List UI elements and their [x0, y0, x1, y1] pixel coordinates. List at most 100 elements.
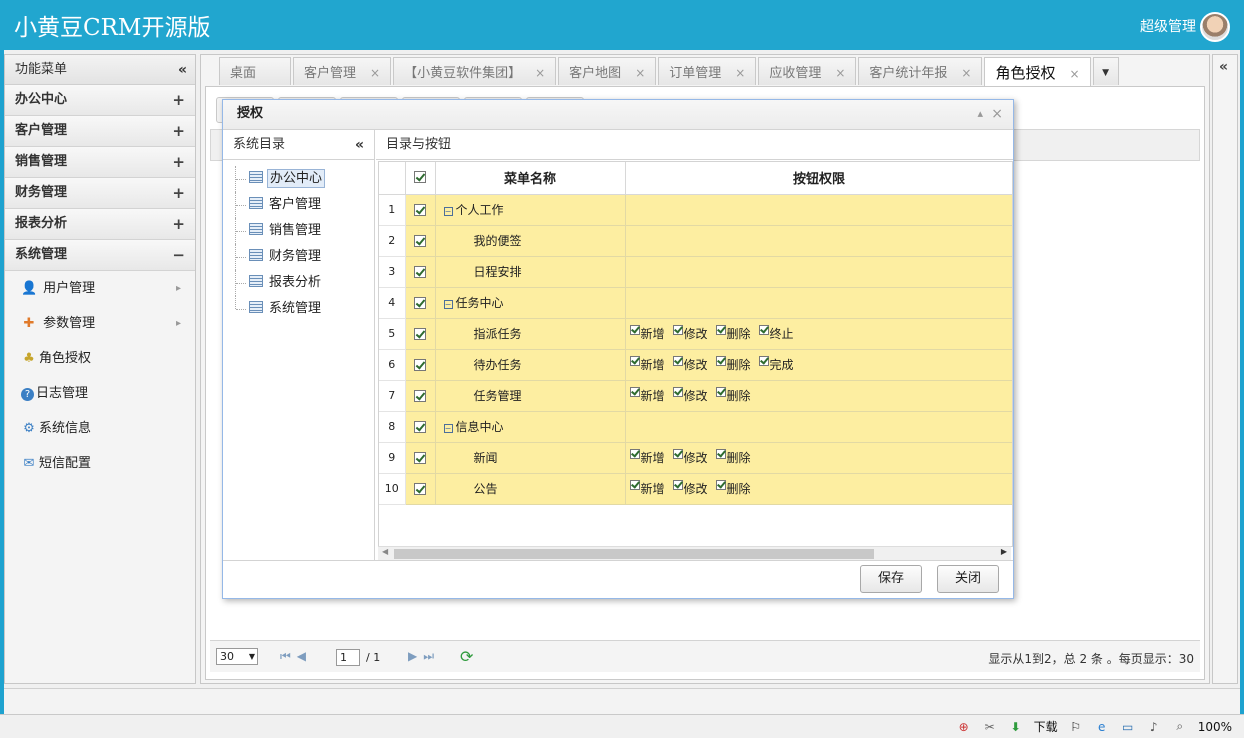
sidebar-item-user-management[interactable]: 👤 用户管理 ▸	[5, 271, 195, 306]
table-row[interactable]: 10 公告 新增 修改 删除	[379, 473, 1012, 505]
button-permission-checkbox[interactable]: 新增	[629, 325, 665, 342]
button-permission-checkbox[interactable]: 删除	[715, 325, 751, 342]
volume-icon[interactable]: ♪	[1146, 720, 1162, 734]
table-row[interactable]: 6 待办任务 新增 修改 删除 完成	[379, 349, 1012, 381]
sidebar-group-reports[interactable]: 报表分析 +	[5, 209, 195, 240]
collapse-icon[interactable]: «	[178, 55, 187, 85]
tree-node-office[interactable]: 办公中心	[233, 166, 374, 192]
flag-icon[interactable]: ⚐	[1068, 720, 1084, 734]
collapse-node-icon[interactable]: −	[443, 300, 453, 309]
sidebar-group-system[interactable]: 系统管理 −	[5, 240, 195, 271]
close-icon[interactable]: ×	[735, 66, 745, 80]
button-permission-checkbox[interactable]: 修改	[672, 449, 708, 466]
collapse-icon[interactable]: «	[1219, 59, 1228, 75]
scroll-right-icon[interactable]: ▶	[1001, 547, 1007, 556]
row-checkbox[interactable]	[405, 442, 436, 474]
close-button[interactable]: 关闭	[937, 565, 999, 593]
tab-more-dropdown[interactable]: ▼	[1092, 57, 1119, 85]
collapse-node-icon[interactable]: −	[443, 207, 453, 216]
button-permission-checkbox[interactable]: 新增	[629, 356, 665, 373]
sidebar-group-customer[interactable]: 客户管理 +	[5, 116, 195, 147]
page-number-input[interactable]: 1	[336, 649, 360, 666]
table-row[interactable]: 1 − 个人工作	[379, 194, 1012, 226]
ie-icon[interactable]: e	[1094, 720, 1110, 734]
scroll-thumb[interactable]	[394, 549, 874, 559]
close-icon[interactable]: ×	[1070, 67, 1080, 81]
table-row[interactable]: 9 新闻 新增 修改 删除	[379, 442, 1012, 474]
first-prev-page-icons[interactable]: ⏮◀	[280, 649, 312, 664]
minimize-icon[interactable]: ▴	[977, 100, 983, 128]
tab-customer-management[interactable]: 客户管理 ×	[293, 57, 392, 85]
sidebar-item-log-management[interactable]: ? 日志管理	[5, 376, 195, 411]
sidebar-item-param-management[interactable]: ✚ 参数管理 ▸	[5, 306, 195, 341]
button-permission-checkbox[interactable]: 删除	[715, 449, 751, 466]
button-permission-checkbox[interactable]: 终止	[758, 325, 794, 342]
table-row[interactable]: 8 − 信息中心	[379, 411, 1012, 443]
select-all-checkbox[interactable]	[405, 162, 436, 195]
button-permission-checkbox[interactable]: 修改	[672, 387, 708, 404]
table-row[interactable]: 4 − 任务中心	[379, 287, 1012, 319]
button-permission-checkbox[interactable]: 修改	[672, 325, 708, 342]
close-icon[interactable]: ×	[991, 100, 1003, 128]
zoom-icon[interactable]: ⌕	[1172, 719, 1188, 734]
collapse-node-icon[interactable]: −	[443, 424, 453, 433]
close-icon[interactable]: ×	[835, 66, 845, 80]
button-permission-checkbox[interactable]: 新增	[629, 480, 665, 497]
user-name[interactable]: 超级管理	[1140, 16, 1196, 36]
button-permission-checkbox[interactable]: 删除	[715, 480, 751, 497]
row-checkbox[interactable]	[405, 473, 436, 505]
horizontal-scrollbar[interactable]: ◀ ▶	[378, 546, 1011, 560]
save-button[interactable]: 保存	[860, 565, 922, 593]
close-icon[interactable]: ×	[535, 66, 545, 80]
page-size-select[interactable]: 30 ▼	[216, 648, 258, 665]
tab-order-management[interactable]: 订单管理 ×	[658, 57, 757, 85]
table-row[interactable]: 7 任务管理 新增 修改 删除	[379, 380, 1012, 412]
button-permission-checkbox[interactable]: 修改	[672, 356, 708, 373]
pin-icon[interactable]: ✂	[982, 720, 998, 734]
button-permission-checkbox[interactable]: 完成	[758, 356, 794, 373]
sidebar-group-office[interactable]: 办公中心 +	[5, 85, 195, 116]
close-icon[interactable]: ×	[961, 66, 971, 80]
sidebar-group-finance[interactable]: 财务管理 +	[5, 178, 195, 209]
tree-node-customer[interactable]: 客户管理	[233, 192, 374, 218]
collapse-icon[interactable]: «	[355, 130, 364, 160]
avatar[interactable]	[1200, 12, 1230, 42]
button-permission-checkbox[interactable]: 删除	[715, 387, 751, 404]
tab-company[interactable]: 【小黄豆软件集团】 ×	[393, 57, 557, 85]
sidebar-group-sales[interactable]: 销售管理 +	[5, 147, 195, 178]
row-checkbox[interactable]	[405, 349, 436, 381]
sidebar-item-system-info[interactable]: ⚙ 系统信息	[5, 411, 195, 446]
scroll-left-icon[interactable]: ◀	[382, 547, 388, 556]
table-row[interactable]: 5 指派任务 新增 修改 删除 终止	[379, 318, 1012, 350]
tree-node-reports[interactable]: 报表分析	[233, 270, 374, 296]
window-icon[interactable]: ▭	[1120, 720, 1136, 734]
tree-node-system[interactable]: 系统管理	[233, 296, 374, 322]
zoom-level[interactable]: 100%	[1198, 720, 1232, 734]
tab-customer-map[interactable]: 客户地图 ×	[558, 57, 657, 85]
tab-role-auth[interactable]: 角色授权 ×	[984, 57, 1091, 87]
row-checkbox[interactable]	[405, 287, 436, 319]
row-checkbox[interactable]	[405, 380, 436, 412]
table-row[interactable]: 3 日程安排	[379, 256, 1012, 288]
tab-receivables[interactable]: 应收管理 ×	[758, 57, 857, 85]
row-checkbox[interactable]	[405, 194, 436, 226]
next-last-page-icons[interactable]: ▶⏭	[408, 649, 440, 664]
download-label[interactable]: 下载	[1034, 718, 1058, 735]
tab-desktop[interactable]: 桌面	[219, 57, 292, 85]
row-checkbox[interactable]	[405, 318, 436, 350]
button-permission-checkbox[interactable]: 删除	[715, 356, 751, 373]
row-checkbox[interactable]	[405, 411, 436, 443]
button-permission-checkbox[interactable]: 修改	[672, 480, 708, 497]
button-permission-checkbox[interactable]: 新增	[629, 387, 665, 404]
row-checkbox[interactable]	[405, 256, 436, 288]
row-checkbox[interactable]	[405, 225, 436, 257]
close-icon[interactable]: ×	[635, 66, 645, 80]
button-permission-checkbox[interactable]: 新增	[629, 449, 665, 466]
download-icon[interactable]: ⬇	[1008, 720, 1024, 734]
tree-node-sales[interactable]: 销售管理	[233, 218, 374, 244]
sidebar-item-role-auth[interactable]: ♣ 角色授权	[5, 341, 195, 376]
security-icon[interactable]: ⊕	[956, 720, 972, 734]
sidebar-item-sms-config[interactable]: ✉ 短信配置	[5, 446, 195, 481]
refresh-icon[interactable]: ⟳	[460, 647, 473, 666]
tab-annual-report[interactable]: 客户统计年报 ×	[858, 57, 983, 85]
